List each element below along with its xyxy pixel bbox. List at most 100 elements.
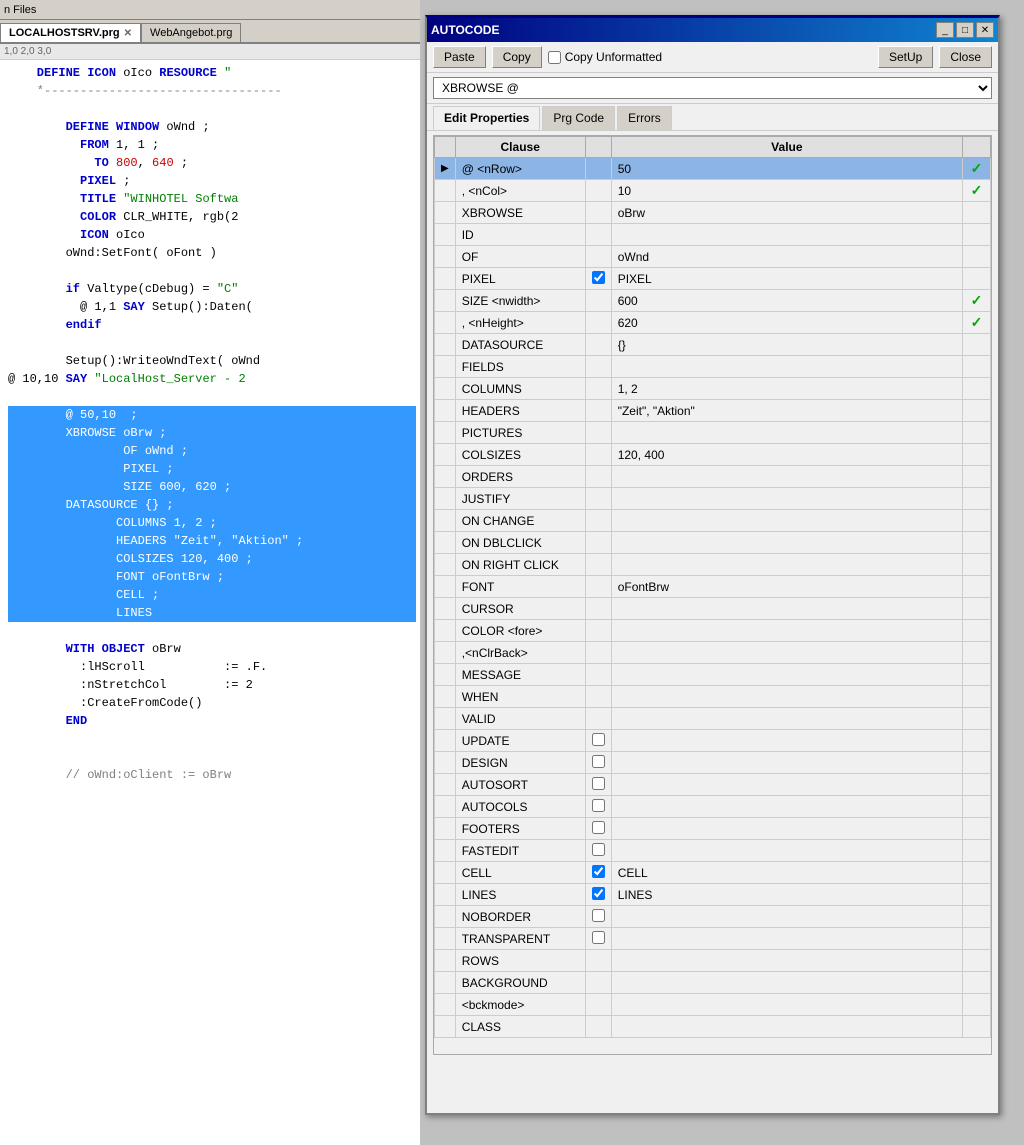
copy-unformatted-checkbox[interactable] xyxy=(548,51,561,64)
row-value-cell xyxy=(611,642,962,664)
row-checkbox-cell xyxy=(585,444,611,466)
table-row[interactable]: ▶@ <nRow>50✓ xyxy=(435,158,991,180)
table-row[interactable]: DATASOURCE{} xyxy=(435,334,991,356)
table-row[interactable]: LINESLINES xyxy=(435,884,991,906)
table-row[interactable]: UPDATE xyxy=(435,730,991,752)
table-row[interactable]: FASTEDIT xyxy=(435,840,991,862)
row-value-cell xyxy=(611,928,962,950)
row-checkbox-input[interactable] xyxy=(592,887,605,900)
table-row[interactable]: OFoWnd xyxy=(435,246,991,268)
row-checkbox-cell[interactable] xyxy=(585,268,611,290)
row-checkbox-cell[interactable] xyxy=(585,884,611,906)
table-row[interactable]: PICTURES xyxy=(435,422,991,444)
table-row[interactable]: PIXELPIXEL xyxy=(435,268,991,290)
tab-errors[interactable]: Errors xyxy=(617,106,672,130)
code-line-highlight: DATASOURCE {} ; xyxy=(8,496,416,514)
row-checkbox-input[interactable] xyxy=(592,931,605,944)
close-button[interactable]: Close xyxy=(939,46,992,68)
code-line: ICON oIco xyxy=(8,226,416,244)
row-checkbox-cell[interactable] xyxy=(585,818,611,840)
table-row[interactable]: COLUMNS1, 2 xyxy=(435,378,991,400)
files-label: n Files xyxy=(4,4,36,16)
row-checkbox-input[interactable] xyxy=(592,799,605,812)
row-clause-cell: ,<nClrBack> xyxy=(455,642,585,664)
row-checkbox-input[interactable] xyxy=(592,865,605,878)
row-checkbox-cell[interactable] xyxy=(585,752,611,774)
table-row[interactable]: NOBORDER xyxy=(435,906,991,928)
table-row[interactable]: TRANSPARENT xyxy=(435,928,991,950)
code-line: oWnd:SetFont( oFont ) xyxy=(8,244,416,262)
table-row[interactable]: <bckmode> xyxy=(435,994,991,1016)
row-checkbox-cell[interactable] xyxy=(585,906,611,928)
close-window-button[interactable]: ✕ xyxy=(976,22,994,38)
row-checkbox-input[interactable] xyxy=(592,777,605,790)
table-row[interactable]: ,<nClrBack> xyxy=(435,642,991,664)
table-row[interactable]: WHEN xyxy=(435,686,991,708)
row-check-right-cell xyxy=(963,752,991,774)
table-row[interactable]: ON DBLCLICK xyxy=(435,532,991,554)
tab-edit-properties[interactable]: Edit Properties xyxy=(433,106,540,130)
table-row[interactable]: COLSIZES120, 400 xyxy=(435,444,991,466)
row-check-right-cell: ✓ xyxy=(963,180,991,202)
row-clause-cell: COLUMNS xyxy=(455,378,585,400)
row-check-right-cell xyxy=(963,554,991,576)
row-checkbox-cell[interactable] xyxy=(585,730,611,752)
tab-localhostsrv[interactable]: LOCALHOSTSRV.prg ✕ xyxy=(0,23,141,42)
maximize-button[interactable]: □ xyxy=(956,22,974,38)
table-row[interactable]: ID xyxy=(435,224,991,246)
row-value-cell xyxy=(611,664,962,686)
table-row[interactable]: , <nCol>10✓ xyxy=(435,180,991,202)
code-line xyxy=(8,748,416,766)
table-row[interactable]: FONToFontBrw xyxy=(435,576,991,598)
copy-button[interactable]: Copy xyxy=(492,46,542,68)
table-row[interactable]: ON RIGHT CLICK xyxy=(435,554,991,576)
table-row[interactable]: JUSTIFY xyxy=(435,488,991,510)
table-row[interactable]: FOOTERS xyxy=(435,818,991,840)
table-row[interactable]: XBROWSEoBrw xyxy=(435,202,991,224)
table-row[interactable]: CELLCELL xyxy=(435,862,991,884)
table-row[interactable]: ORDERS xyxy=(435,466,991,488)
row-checkbox-input[interactable] xyxy=(592,843,605,856)
row-checkbox-cell[interactable] xyxy=(585,774,611,796)
row-checkbox-cell[interactable] xyxy=(585,796,611,818)
row-checkbox-cell[interactable] xyxy=(585,928,611,950)
table-row[interactable]: DESIGN xyxy=(435,752,991,774)
table-row[interactable]: HEADERS"Zeit", "Aktion" xyxy=(435,400,991,422)
table-row[interactable]: ROWS xyxy=(435,950,991,972)
row-checkbox-cell[interactable] xyxy=(585,862,611,884)
table-row[interactable]: CLASS xyxy=(435,1016,991,1038)
table-row[interactable]: AUTOSORT xyxy=(435,774,991,796)
xbrowse-dropdown[interactable]: XBROWSE @ xyxy=(433,77,992,99)
table-row[interactable]: VALID xyxy=(435,708,991,730)
tab-prg-code[interactable]: Prg Code xyxy=(542,106,615,130)
row-check-right-cell xyxy=(963,708,991,730)
row-checkbox-input[interactable] xyxy=(592,755,605,768)
setup-button[interactable]: SetUp xyxy=(878,46,933,68)
grid-scroll-inner[interactable]: Clause Value ▶@ <nRow>50✓, <nCol>10✓XBRO… xyxy=(433,135,992,1055)
table-row[interactable]: CURSOR xyxy=(435,598,991,620)
row-clause-cell: FONT xyxy=(455,576,585,598)
row-checkbox-input[interactable] xyxy=(592,733,605,746)
minimize-button[interactable]: _ xyxy=(936,22,954,38)
table-row[interactable]: SIZE <nwidth>600✓ xyxy=(435,290,991,312)
paste-button[interactable]: Paste xyxy=(433,46,486,68)
tab-close-icon[interactable]: ✕ xyxy=(124,28,132,39)
row-arrow-cell xyxy=(435,510,456,532)
row-checkbox-input[interactable] xyxy=(592,271,605,284)
table-row[interactable]: AUTOCOLS xyxy=(435,796,991,818)
table-row[interactable]: MESSAGE xyxy=(435,664,991,686)
row-clause-cell: PIXEL xyxy=(455,268,585,290)
row-checkbox-cell[interactable] xyxy=(585,840,611,862)
row-arrow-cell xyxy=(435,246,456,268)
table-row[interactable]: COLOR <fore> xyxy=(435,620,991,642)
row-checkbox-input[interactable] xyxy=(592,909,605,922)
table-row[interactable]: ON CHANGE xyxy=(435,510,991,532)
row-value-cell xyxy=(611,752,962,774)
code-line-highlight: FONT oFontBrw ; xyxy=(8,568,416,586)
table-row[interactable]: FIELDS xyxy=(435,356,991,378)
row-checkbox-input[interactable] xyxy=(592,821,605,834)
tab-webangebot[interactable]: WebAngebot.prg xyxy=(141,23,241,42)
row-clause-cell: COLOR <fore> xyxy=(455,620,585,642)
table-row[interactable]: BACKGROUND xyxy=(435,972,991,994)
table-row[interactable]: , <nHeight>620✓ xyxy=(435,312,991,334)
